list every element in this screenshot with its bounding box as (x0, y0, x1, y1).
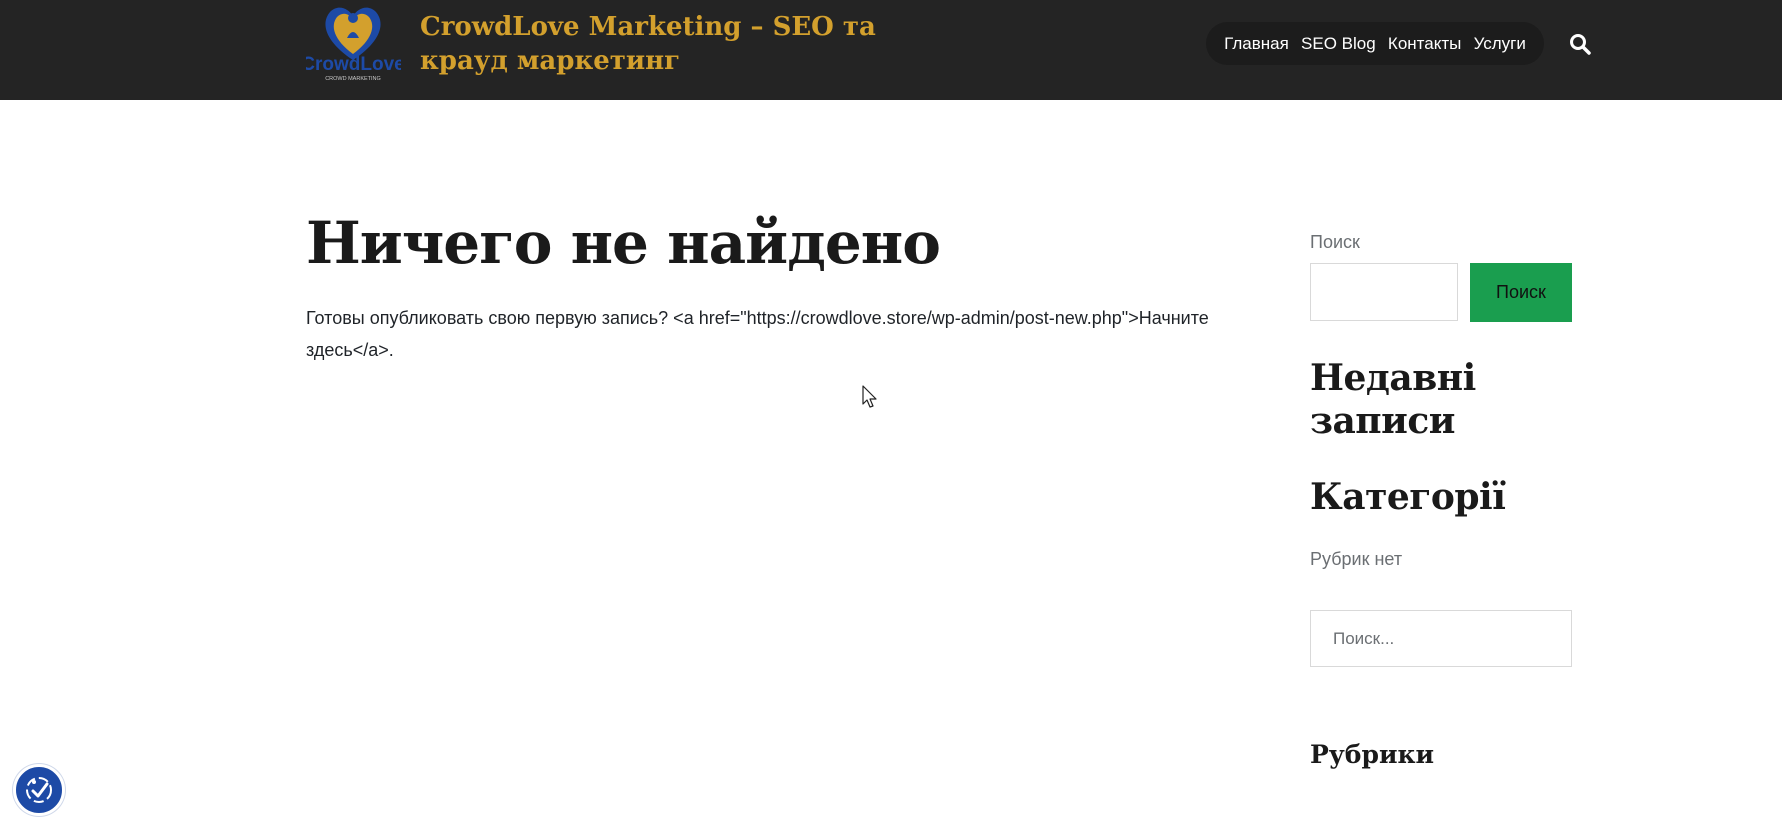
no-posts-message: Готовы опубликовать свою первую запись? … (306, 308, 1209, 360)
search-button[interactable]: Поиск (1470, 263, 1572, 322)
categories-title: Категорії (1310, 476, 1506, 518)
site-header: CrowdLove CROWD MARKETING CrowdLove Mark… (0, 0, 1782, 100)
recent-posts-title: Недавні записи (1310, 357, 1476, 442)
logo-text: CrowdLove (306, 54, 401, 75)
mouse-cursor-icon (862, 385, 877, 408)
logo-subtext: CROWD MARKETING (325, 76, 381, 82)
rubrics-title: Рубрики (1310, 740, 1435, 769)
accessibility-icon (26, 777, 52, 803)
main-nav: Главная SEO Blog Контакты Услуги (1206, 22, 1544, 65)
search-label: Поиск (1310, 232, 1360, 252)
nav-item-home[interactable]: Главная (1224, 34, 1289, 54)
search-field[interactable] (1310, 610, 1572, 667)
site-title[interactable]: CrowdLove Marketing – SEO та крауд марке… (420, 10, 940, 78)
search-icon[interactable] (1569, 33, 1591, 55)
no-categories-text: Рубрик нет (1310, 549, 1403, 569)
page-title: Ничего не найдено (306, 209, 941, 277)
nav-item-services[interactable]: Услуги (1474, 34, 1526, 54)
nav-item-contacts[interactable]: Контакты (1388, 34, 1461, 54)
nav-item-seo-blog[interactable]: SEO Blog (1301, 34, 1376, 54)
accessibility-button[interactable] (13, 764, 65, 816)
search-input[interactable] (1310, 263, 1458, 321)
crowdlove-logo[interactable]: CrowdLove CROWD MARKETING (306, 0, 401, 82)
